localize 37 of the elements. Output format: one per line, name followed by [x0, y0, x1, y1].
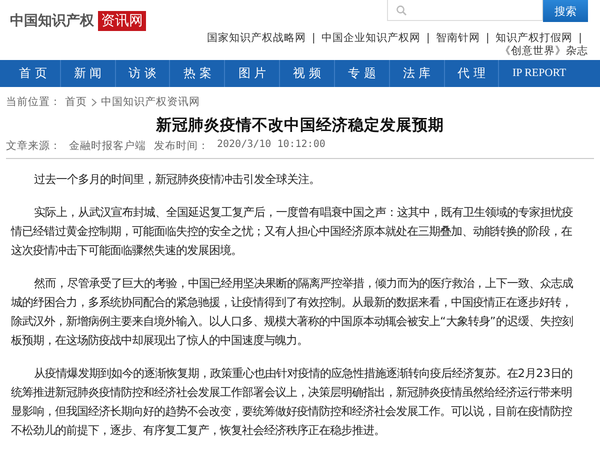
publish-time: 2020/3/10 10:12:00: [217, 139, 326, 152]
nav-item[interactable]: 视 频: [280, 60, 335, 87]
article-paragraph: 然而，尽管承受了巨大的考验，中国已经用坚决果断的隔离严控举措，倾力而为的医疗救治，上下一致、众志成城的纾困合力，多系统协同配合的紧急驰援，让疫情得到了有效控制。从最新的数据来看，中国疫情正在逐步好转，除武汉外，新增病例主要来自境外输入。以人口多、规模大著称的中国原本动辄会被安上“大象转身”的迟缓、失控刻板预期，在这场防疫战中却展现出了惊人的中国速度与魄力。: [11, 275, 574, 349]
site-link[interactable]: 智南针网: [436, 32, 480, 44]
logo-text[interactable]: 中国知识产权: [10, 12, 94, 30]
article-paragraph: 过去一个多月的时间里，新冠肺炎疫情冲击引发全球关注。: [32, 171, 321, 188]
search-icon: [396, 4, 407, 16]
site-link[interactable]: 《创意世界》杂志: [500, 45, 588, 57]
site-link[interactable]: 中国企业知识产权网: [321, 32, 420, 44]
source-name: 金融时报客户端: [69, 139, 146, 153]
link-separator: |: [426, 32, 430, 44]
link-separator: |: [578, 32, 582, 44]
nav-item[interactable]: IP REPORT: [499, 60, 580, 87]
link-separator: |: [486, 32, 490, 44]
link-separator: |: [312, 32, 316, 44]
site-link[interactable]: 知识产权打假网: [495, 32, 572, 44]
search-button[interactable]: 搜索: [543, 0, 588, 22]
source-label: 文章来源：: [6, 139, 61, 153]
logo-badge[interactable]: 资讯网: [98, 11, 146, 31]
nav-item[interactable]: 代 理: [444, 60, 500, 87]
breadcrumb-link[interactable]: 中国知识产权资讯网: [101, 95, 200, 109]
nav-item[interactable]: 法 库: [390, 60, 445, 87]
nav-item[interactable]: 新 闻: [60, 60, 116, 87]
nav-item[interactable]: 热 案: [170, 60, 226, 87]
article-paragraph: 从疫情爆发期到如今的逐渐恢复期，政策重心也由针对疫情的应急性措施逐渐转向疫后经济复苏。在2月23日的统筹推进新冠肺炎疫情防控和经济社会发展工作部署会议上，决策层明确指出，新冠肺炎疫情虽然给经济运行带来明显影响，但我国经济长期向好的趋势不会改变，要统筹做好疫情防控和经济社会发展工作。可以说，目前在疫情防控不松劲儿的前提下，逐步、有序复工复产，恢复社会经济秩序正在稳步推进。: [11, 365, 574, 439]
article-title: 新冠肺炎疫情不改中国经济稳定发展预期: [154, 115, 445, 135]
breadcrumb-label: 当前位置：: [6, 95, 61, 109]
time-label: 发布时间：: [154, 139, 209, 153]
nav-item[interactable]: 首 页: [6, 60, 61, 87]
nav-item[interactable]: 图 片: [225, 60, 280, 87]
chevron-icon: [91, 98, 97, 106]
nav-item[interactable]: 访 谈: [116, 60, 170, 87]
search-field[interactable]: [387, 0, 543, 21]
nav-item[interactable]: 专 题: [334, 60, 390, 87]
site-link[interactable]: 国家知识产权战略网: [206, 32, 306, 44]
article-paragraph: 实际上，从武汉宣布封城、全国延迟复工复产后，一度曾有唱衰中国之声：这其中，既有卫生领域的专家担忧疫情已经错过黄金控制期，可能面临失控的安全之忧；又有人担心中国经济原本就处在三期叠加、动能转换的阶段，在这次疫情冲击下可能面临骤然失速的发展困境。: [11, 204, 574, 259]
breadcrumb-link[interactable]: 首页: [65, 95, 87, 109]
